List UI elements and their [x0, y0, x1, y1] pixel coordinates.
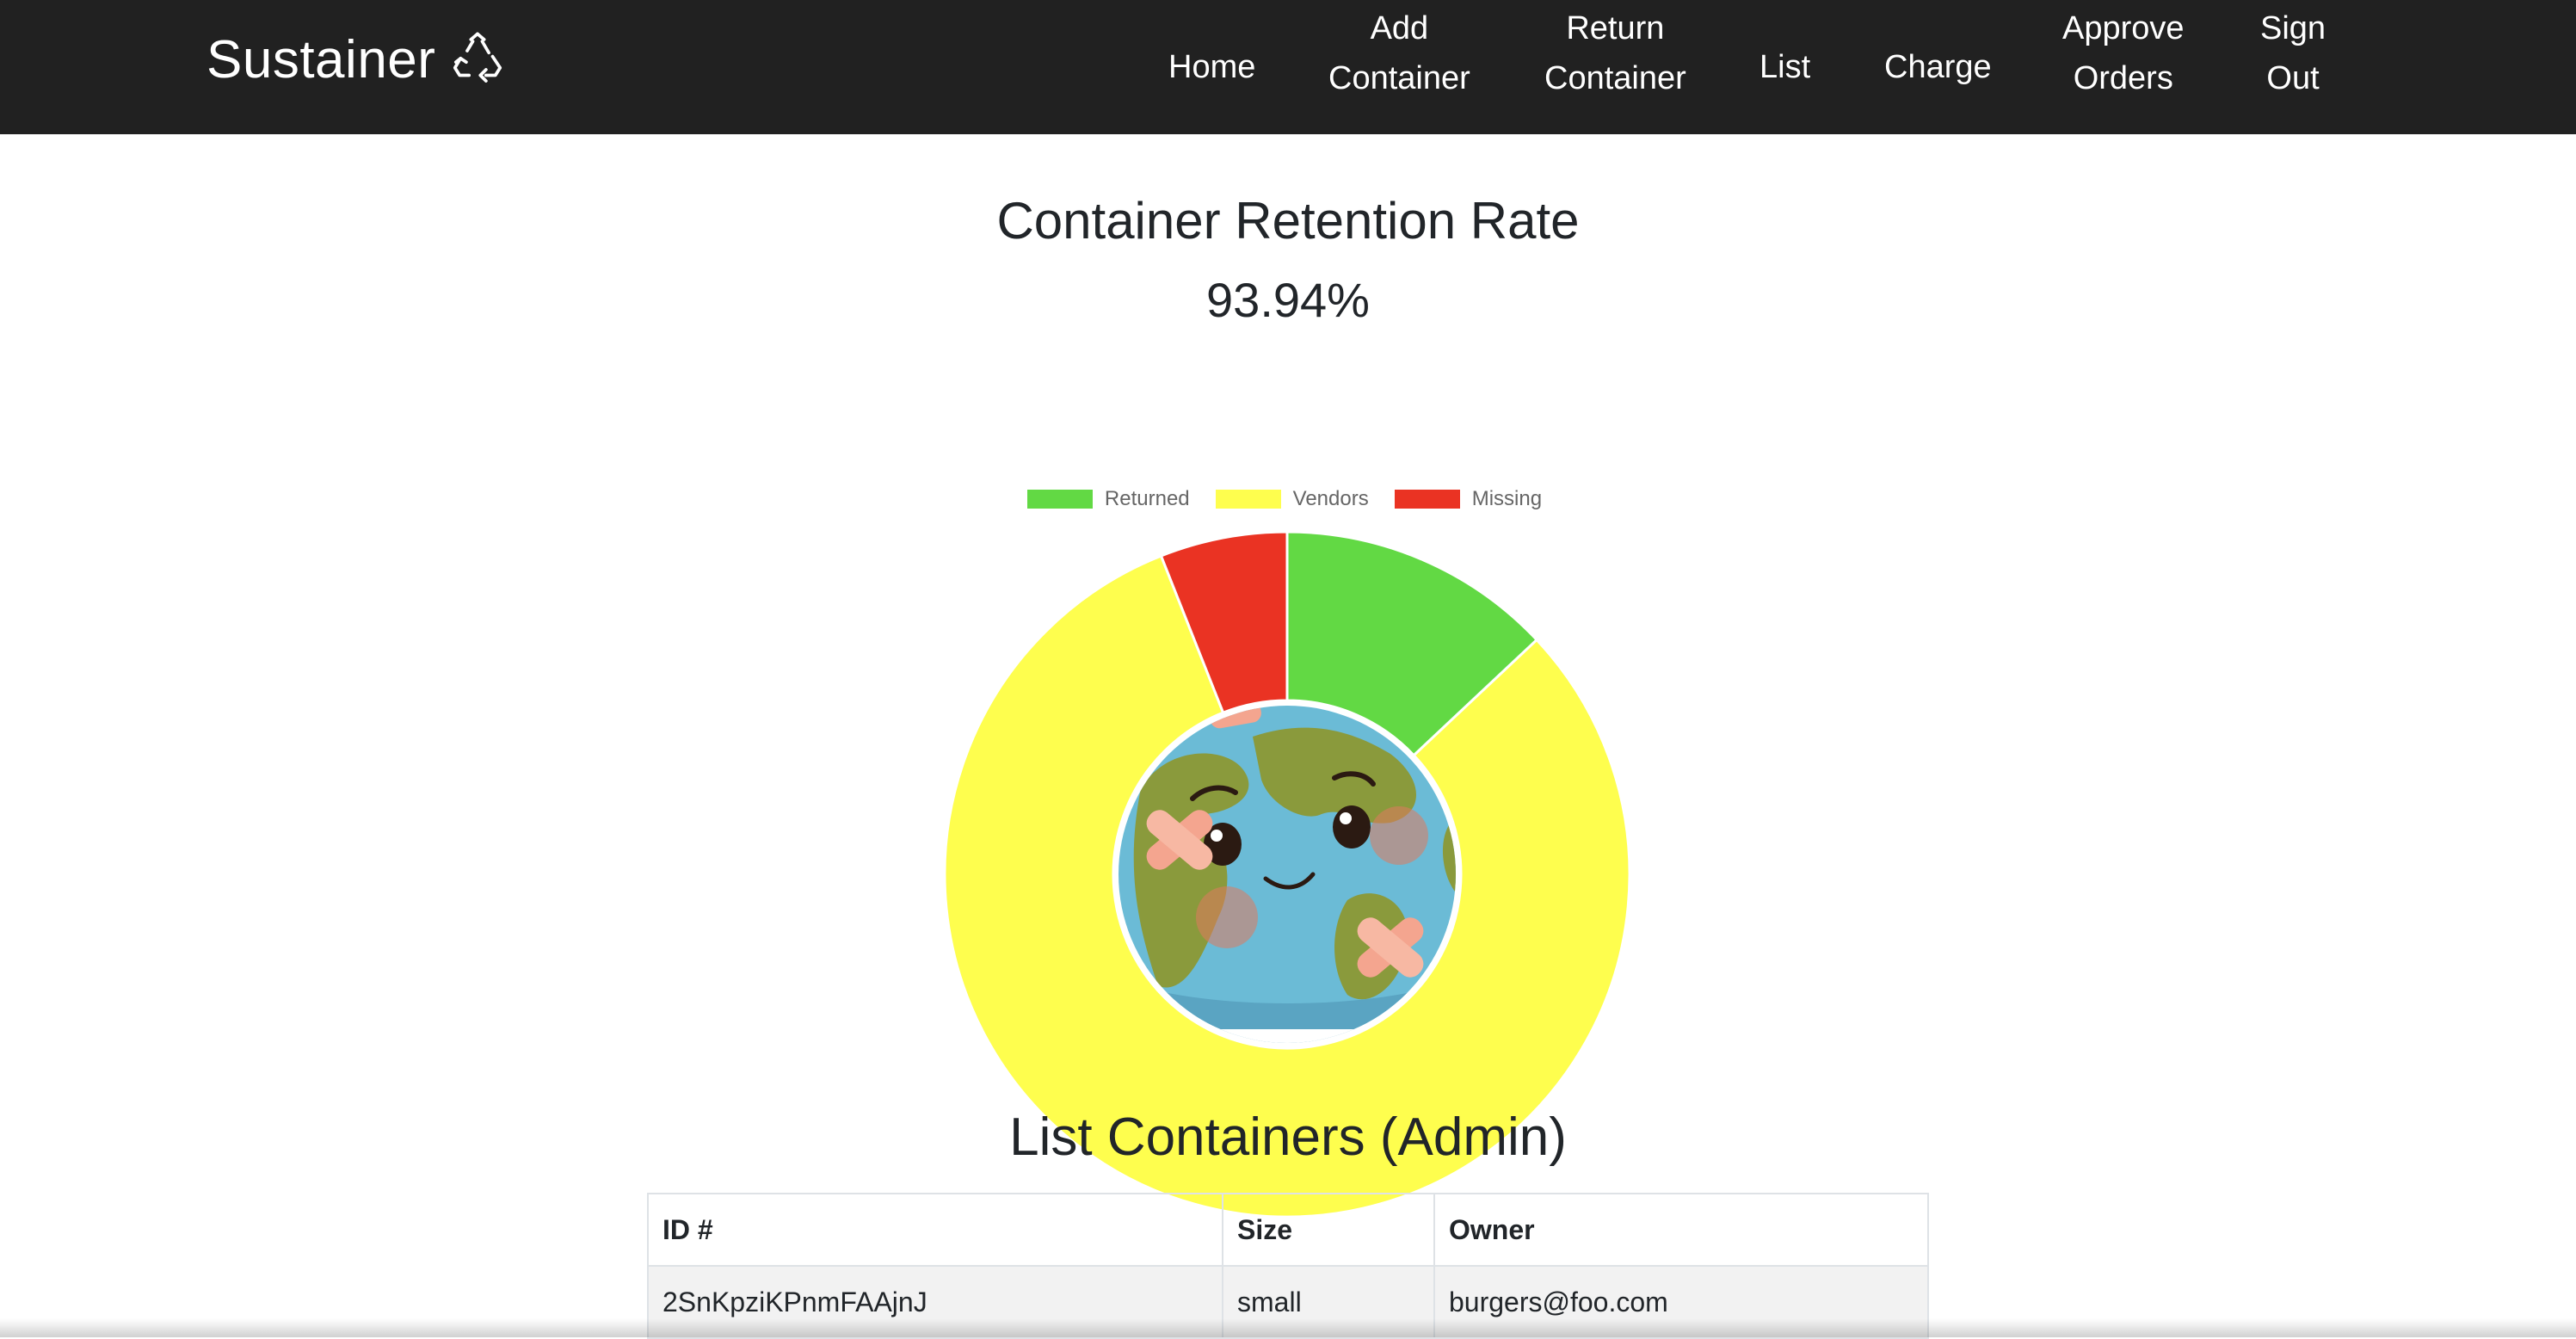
containers-table: ID # Size Owner 2SnKpziKPnmFAAjnJ small …	[647, 1193, 1929, 1339]
nav-return-container[interactable]: Return Container	[1544, 3, 1686, 103]
chart-title: Container Retention Rate	[0, 191, 2576, 250]
column-header-size[interactable]: Size	[1223, 1194, 1434, 1266]
nav-add-container[interactable]: Add Container	[1328, 3, 1470, 103]
legend-item-vendors[interactable]: Vendors	[1216, 487, 1369, 511]
navbar: Sustainer Home Add Container Return Cont…	[0, 0, 2576, 134]
retention-rate: 93.94%	[0, 272, 2576, 328]
cell-owner: burgers@foo.com	[1434, 1266, 1928, 1338]
nav-home[interactable]: Home	[1168, 42, 1255, 92]
legend-item-missing[interactable]: Missing	[1395, 487, 1542, 511]
nav-sign-out[interactable]: Sign Out	[2260, 3, 2326, 103]
legend-label-vendors: Vendors	[1293, 487, 1369, 511]
recycle-icon	[447, 30, 508, 90]
legend-item-returned[interactable]: Returned	[1027, 487, 1190, 511]
nav-charge[interactable]: Charge	[1884, 42, 1992, 92]
column-header-owner[interactable]: Owner	[1434, 1194, 1928, 1266]
legend-swatch-missing	[1395, 490, 1460, 509]
main-content: Container Retention Rate 93.94% Returned…	[0, 134, 2576, 1337]
legend-swatch-vendors	[1216, 490, 1281, 509]
legend-label-returned: Returned	[1105, 487, 1190, 511]
nav-list[interactable]: List	[1759, 42, 1810, 92]
table-title: List Containers (Admin)	[0, 1107, 2576, 1168]
nav-approve-orders[interactable]: Approve Orders	[2062, 3, 2185, 103]
brand-link[interactable]: Sustainer	[206, 29, 508, 90]
legend-label-missing: Missing	[1472, 487, 1542, 511]
brand-name: Sustainer	[206, 29, 435, 90]
cell-size: small	[1223, 1266, 1434, 1338]
chart-legend: Returned Vendors Missing	[0, 487, 2576, 511]
containers-table-wrapper: ID # Size Owner 2SnKpziKPnmFAAjnJ small …	[647, 1193, 1929, 1339]
column-header-id[interactable]: ID #	[648, 1194, 1223, 1266]
table-row[interactable]: 2SnKpziKPnmFAAjnJ small burgers@foo.com	[648, 1266, 1928, 1338]
cell-id: 2SnKpziKPnmFAAjnJ	[648, 1266, 1223, 1338]
legend-swatch-returned	[1027, 490, 1093, 509]
table-header-row: ID # Size Owner	[648, 1194, 1928, 1266]
